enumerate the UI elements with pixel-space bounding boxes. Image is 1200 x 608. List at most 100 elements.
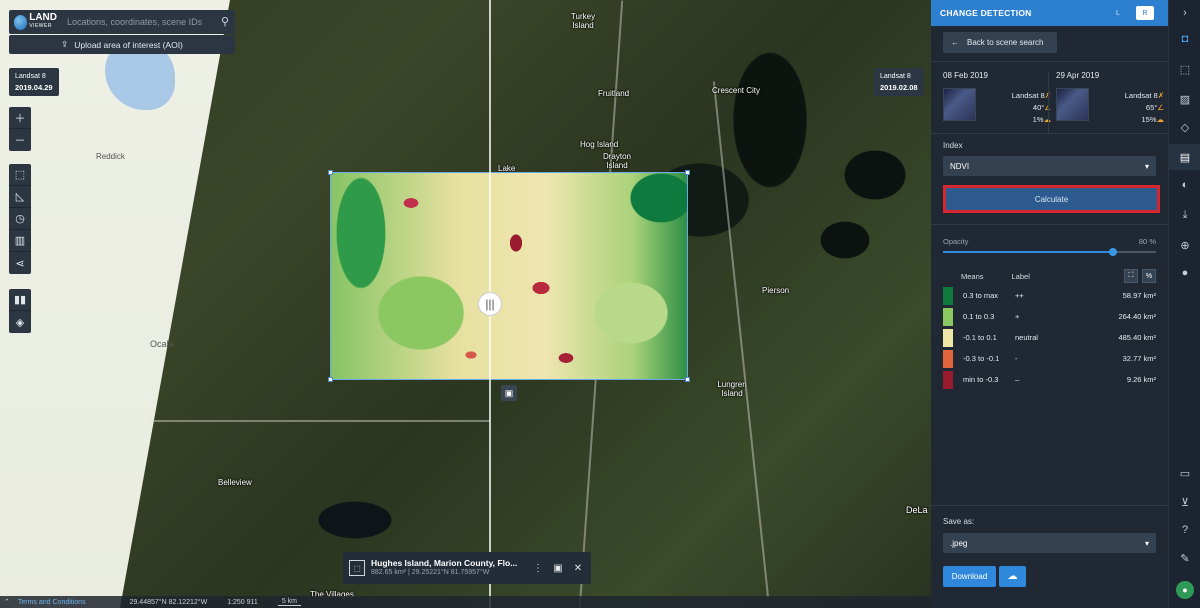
- save-icon[interactable]: ▣: [551, 563, 565, 574]
- map-label-ocala: Ocala: [150, 339, 174, 349]
- layers-icon[interactable]: ◇: [1169, 114, 1200, 140]
- download-button[interactable]: Download: [943, 566, 996, 587]
- scene-card-first[interactable]: 08 Feb 2019 Landsat 8✗ 40°∠ 1%☁: [943, 71, 1051, 124]
- scene-meta: Landsat 8✗ 65°∠ 15%☁: [1125, 90, 1164, 126]
- legend-header: Means Label ⛶ %: [943, 267, 1156, 285]
- chat-icon[interactable]: ▭: [1169, 460, 1200, 486]
- landviewer-logo[interactable]: LAND VIEWER: [9, 10, 57, 34]
- scene-sun-angle: 40°: [1032, 103, 1045, 112]
- legend-swatch: [943, 307, 953, 326]
- image-icon[interactable]: ▨: [1169, 86, 1200, 112]
- calculate-button[interactable]: Calculate: [943, 185, 1160, 213]
- legend-label: ++: [1015, 291, 1024, 300]
- divider: [1048, 71, 1049, 133]
- legend-swatch: [943, 349, 953, 368]
- aoi-draw-icon[interactable]: ⬚: [9, 164, 31, 186]
- panel-title: CHANGE DETECTION: [940, 8, 1032, 18]
- aoi-corner-handle[interactable]: [328, 377, 333, 382]
- percent-toggle[interactable]: %: [1142, 269, 1156, 283]
- map-label-reddick: Reddick: [96, 152, 125, 161]
- scene-cloud: 1%: [1032, 115, 1044, 124]
- legend-row: -0.3 to -0.1 - 32.77 km²: [943, 348, 1156, 369]
- index-select[interactable]: NDVI ▾: [943, 156, 1156, 176]
- zoom-in-button[interactable]: ＋: [9, 107, 31, 129]
- feedback-icon[interactable]: ✎: [1169, 545, 1200, 571]
- book-icon[interactable]: ▥: [9, 230, 31, 252]
- legend-range: -0.3 to -0.1: [963, 354, 1000, 363]
- upload-aoi-button[interactable]: ⇪ Upload area of interest (AOI): [9, 35, 235, 54]
- save-as-label: Save as:: [943, 517, 975, 526]
- measure-icon[interactable]: ◺: [9, 186, 31, 208]
- help-icon[interactable]: ?: [1169, 517, 1200, 543]
- back-label: Back to scene search: [967, 38, 1044, 47]
- opacity-slider-knob[interactable]: [1109, 248, 1118, 256]
- change-detection-panel: CHANGE DETECTION L R ← Back to scene sea…: [931, 0, 1168, 608]
- ndvi-legend: Means Label ⛶ % 0.3 to max ++ 58.97 km² 0.1…: [943, 267, 1156, 390]
- opacity-slider[interactable]: [943, 248, 1156, 256]
- opacity-value: 80 %: [1138, 237, 1156, 246]
- info-icon[interactable]: ●: [1169, 260, 1200, 286]
- zoom-controls: ＋ －: [9, 107, 31, 151]
- search-input[interactable]: [57, 10, 215, 34]
- scene-thumbnail[interactable]: [943, 88, 976, 121]
- legend-area: 264.40 km²: [1118, 312, 1156, 321]
- legend-swatch: [943, 328, 953, 347]
- time-icon[interactable]: ◷: [9, 208, 31, 230]
- globe-icon[interactable]: ⊕: [1169, 232, 1200, 258]
- aoi-corner-handle[interactable]: [685, 377, 690, 382]
- avatar[interactable]: ●: [1176, 581, 1194, 599]
- back-to-search-button[interactable]: ← Back to scene search: [943, 32, 1057, 53]
- map-label-deland: DeLa: [906, 505, 928, 515]
- satellite-icon: ✗: [1157, 91, 1164, 100]
- right-toggle[interactable]: R: [1136, 6, 1154, 20]
- download-icon[interactable]: ⤓: [1169, 202, 1200, 228]
- scene-sun-angle: 65°: [1145, 103, 1158, 112]
- legend-range: 0.3 to max: [963, 291, 999, 300]
- cloud-upload-icon[interactable]: ☁: [999, 566, 1026, 587]
- aoi-corner-handle[interactable]: [685, 170, 690, 175]
- left-toggle[interactable]: L: [1109, 6, 1127, 20]
- divider: [931, 505, 1168, 506]
- chevron-right-icon[interactable]: ›: [1169, 0, 1200, 26]
- legend-area: 485.40 km²: [1118, 333, 1156, 342]
- map-scale: 1:250 911: [227, 598, 258, 606]
- aoi-corner-handle[interactable]: [328, 170, 333, 175]
- aoi-icon[interactable]: ⬚: [1169, 56, 1200, 82]
- save-format-select[interactable]: .jpeg ▾: [943, 533, 1156, 553]
- compare-split-handle[interactable]: |||: [478, 292, 502, 316]
- cube-icon[interactable]: ◈: [9, 311, 31, 333]
- fullscreen-icon[interactable]: ⛶: [1124, 269, 1138, 283]
- search-bar: LANDVIEWER ⚲: [9, 10, 235, 34]
- share-icon[interactable]: ⋖: [9, 252, 31, 274]
- left-scene-tag: Landsat 8 2019.04.29: [9, 68, 59, 96]
- more-icon[interactable]: ⋮: [531, 563, 545, 574]
- logo-sub: VIEWER: [29, 23, 52, 29]
- map-view[interactable]: Reddick Ocala Belleview Turkey Island Fr…: [0, 0, 931, 608]
- legend-rows: 0.3 to max ++ 58.97 km² 0.1 to 0.3 +264.40 k…: [943, 285, 1156, 390]
- aoi-change-overlay[interactable]: [328, 170, 690, 382]
- divider: [931, 224, 1168, 225]
- scene-thumbnail[interactable]: [1056, 88, 1089, 121]
- satellite-icon[interactable]: ◘: [1169, 26, 1200, 52]
- search-icon[interactable]: ⚲: [215, 10, 235, 34]
- map-label-drayton-island: Drayton Island: [602, 152, 631, 170]
- terms-link[interactable]: Terms and Conditions: [18, 599, 86, 606]
- legend-area: 9.26 km²: [1126, 375, 1156, 384]
- aoi-shape-icon[interactable]: ⬚: [349, 560, 365, 576]
- legend-label: neutral: [1015, 333, 1038, 342]
- legend-label: +: [1015, 312, 1020, 321]
- zoom-out-button[interactable]: －: [9, 129, 31, 151]
- opacity-label: Opacity: [943, 237, 969, 246]
- change-detection-icon[interactable]: ▤: [1169, 144, 1200, 170]
- chart-icon[interactable]: ▮▮: [9, 289, 31, 311]
- scene-meta: Landsat 8✗ 40°∠ 1%☁: [1012, 90, 1051, 126]
- cart-icon[interactable]: ⊻: [1169, 489, 1200, 515]
- chevron-down-icon: ▾: [1144, 538, 1149, 548]
- panel-header: CHANGE DETECTION L R: [931, 0, 1168, 26]
- scene-card-second[interactable]: 29 Apr 2019 Landsat 8✗ 65°∠ 15%☁: [1056, 71, 1164, 124]
- aoi-save-icon[interactable]: ▣: [501, 385, 517, 401]
- arrow-left-icon: ←: [951, 38, 959, 47]
- contrast-icon[interactable]: ◐: [1169, 172, 1200, 198]
- close-icon[interactable]: ✕: [571, 563, 585, 574]
- chevron-up-icon[interactable]: ⌃: [4, 598, 10, 606]
